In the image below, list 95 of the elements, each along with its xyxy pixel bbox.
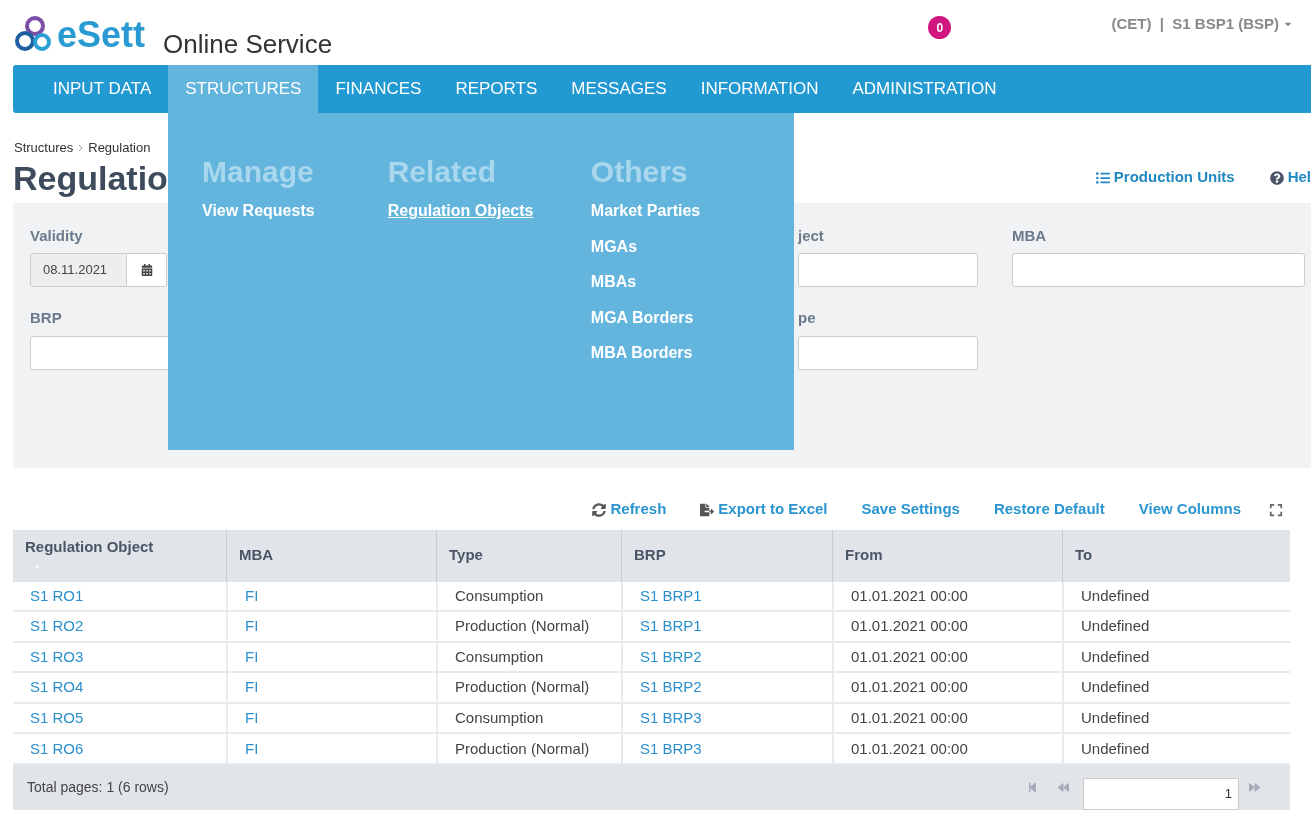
nav-tab[interactable]: FINANCES [318,65,439,113]
table-cell: Undefined [1062,581,1290,611]
refresh-icon [592,502,607,517]
nav-tab[interactable]: INFORMATION [683,65,836,113]
table-link[interactable]: S1 RO4 [13,673,226,702]
nav-tab[interactable]: MESSAGES [554,65,684,113]
table-cell: Undefined [1062,734,1290,764]
table-link[interactable]: S1 BRP3 [621,703,832,733]
first-page-icon[interactable] [1027,782,1038,794]
breadcrumb-link[interactable]: Structures [14,138,74,158]
field-label: Validity [30,225,84,246]
table-cell: Consumption [436,581,621,611]
table-link[interactable]: FI [226,642,436,672]
calendar-button[interactable] [127,253,167,287]
app-title: Online Service [163,31,333,57]
menu-link[interactable]: MGAs [590,236,794,272]
table-cell: 01.01.2021 00:00 [832,581,1062,611]
column-header[interactable]: From [832,529,1062,582]
date-field[interactable]: 08.11.2021 [30,253,127,287]
table-cell: Production (Normal) [436,612,621,641]
chevron-icon [78,143,84,152]
toolbar-link[interactable]: View Columns [1138,498,1241,521]
table-link[interactable]: S1 BRP1 [621,581,832,611]
menu-link[interactable]: View Requests [202,201,388,237]
table-link[interactable]: FI [226,734,436,764]
menu-heading: Others [590,157,689,187]
column-header[interactable]: Type [436,529,621,582]
next-page-icon[interactable] [1249,782,1260,794]
table-cell: 01.01.2021 00:00 [832,673,1062,702]
table-link[interactable]: S1 BRP2 [621,673,832,702]
table-link[interactable]: S1 RO1 [13,581,226,611]
menu-link[interactable]: MBA Borders [590,343,794,379]
table-link[interactable]: S1 BRP3 [621,734,832,764]
toolbar-link[interactable]: Refresh [592,498,667,521]
input-field[interactable] [798,253,978,287]
nav-tab[interactable]: ADMINISTRATION [835,65,1014,113]
toolbar-link[interactable]: Restore Default [993,498,1105,521]
column-header[interactable]: MBA [226,529,436,582]
field-label: MBA [1012,225,1048,246]
field-label: pe [798,308,817,328]
table-cell: Undefined [1062,703,1290,733]
field-label: ject [798,225,825,246]
column-header[interactable]: To [1062,529,1290,582]
toolbar-link[interactable]: Save Settings [861,498,960,521]
export-icon [700,502,715,517]
table-cell: Production (Normal) [436,734,621,764]
menu-link[interactable]: MBAs [590,272,794,308]
column-header[interactable]: Regulation Object [13,529,226,582]
table-link[interactable]: FI [226,673,436,702]
table-cell: 01.01.2021 00:00 [832,703,1062,733]
table-cell: Undefined [1062,642,1290,672]
table-cell: Consumption [436,642,621,672]
input-field[interactable] [1012,253,1305,287]
table-cell: 01.01.2021 00:00 [832,642,1062,672]
breadcrumb-link[interactable]: Regulation [88,138,151,158]
menu-link[interactable]: Market Parties [590,201,794,237]
table-cell: Undefined [1062,673,1290,702]
page-action-link[interactable]: Hel [1269,166,1311,189]
table-link[interactable]: S1 RO2 [13,612,226,641]
logo-text: eSett [57,17,146,53]
table-link[interactable]: S1 RO5 [13,703,226,733]
calendar-icon [140,264,153,276]
table-link[interactable]: S1 BRP1 [621,612,832,641]
table-link[interactable]: S1 RO3 [13,642,226,672]
table-link[interactable]: S1 RO6 [13,734,226,764]
table-link[interactable]: FI [226,703,436,733]
fullscreen-icon[interactable] [1269,502,1283,517]
nav-tab[interactable]: INPUT DATA [36,65,169,113]
toolbar-link[interactable]: Export to Excel [700,498,828,521]
page-number-field[interactable]: 1 [1083,777,1239,810]
table-link[interactable]: FI [226,612,436,641]
menu-link[interactable]: Regulation Objects [387,201,591,237]
menu-heading: Related [387,157,498,187]
nav-tab[interactable]: REPORTS [438,65,555,113]
user-menu[interactable]: (CET) | S1 BSP1 (BSP) [1111,12,1293,35]
page-title: Regulatio [13,160,168,195]
table-cell: Undefined [1062,612,1290,641]
input-field[interactable] [798,335,978,370]
previous-page-icon[interactable] [1058,782,1069,794]
list-icon [1095,170,1110,185]
table-cell: Production (Normal) [436,673,621,702]
table-cell: 01.01.2021 00:00 [832,734,1062,764]
field-label: BRP [30,308,62,328]
table-link[interactable]: FI [226,581,436,611]
nav-tab[interactable]: STRUCTURES [168,65,319,113]
page-summary: Total pages: 1 (6 rows) [27,778,169,798]
menu-link[interactable]: MGA Borders [590,307,794,343]
page-action-link[interactable]: Production Units [1095,166,1235,189]
table-link[interactable]: S1 BRP2 [621,642,832,672]
notification-badge[interactable]: 0 [928,16,952,39]
menu-heading: Manage [202,157,315,187]
table-cell: Consumption [436,703,621,733]
help-icon [1269,170,1284,185]
table-cell: 01.01.2021 00:00 [832,612,1062,641]
column-header[interactable]: BRP [621,529,832,582]
